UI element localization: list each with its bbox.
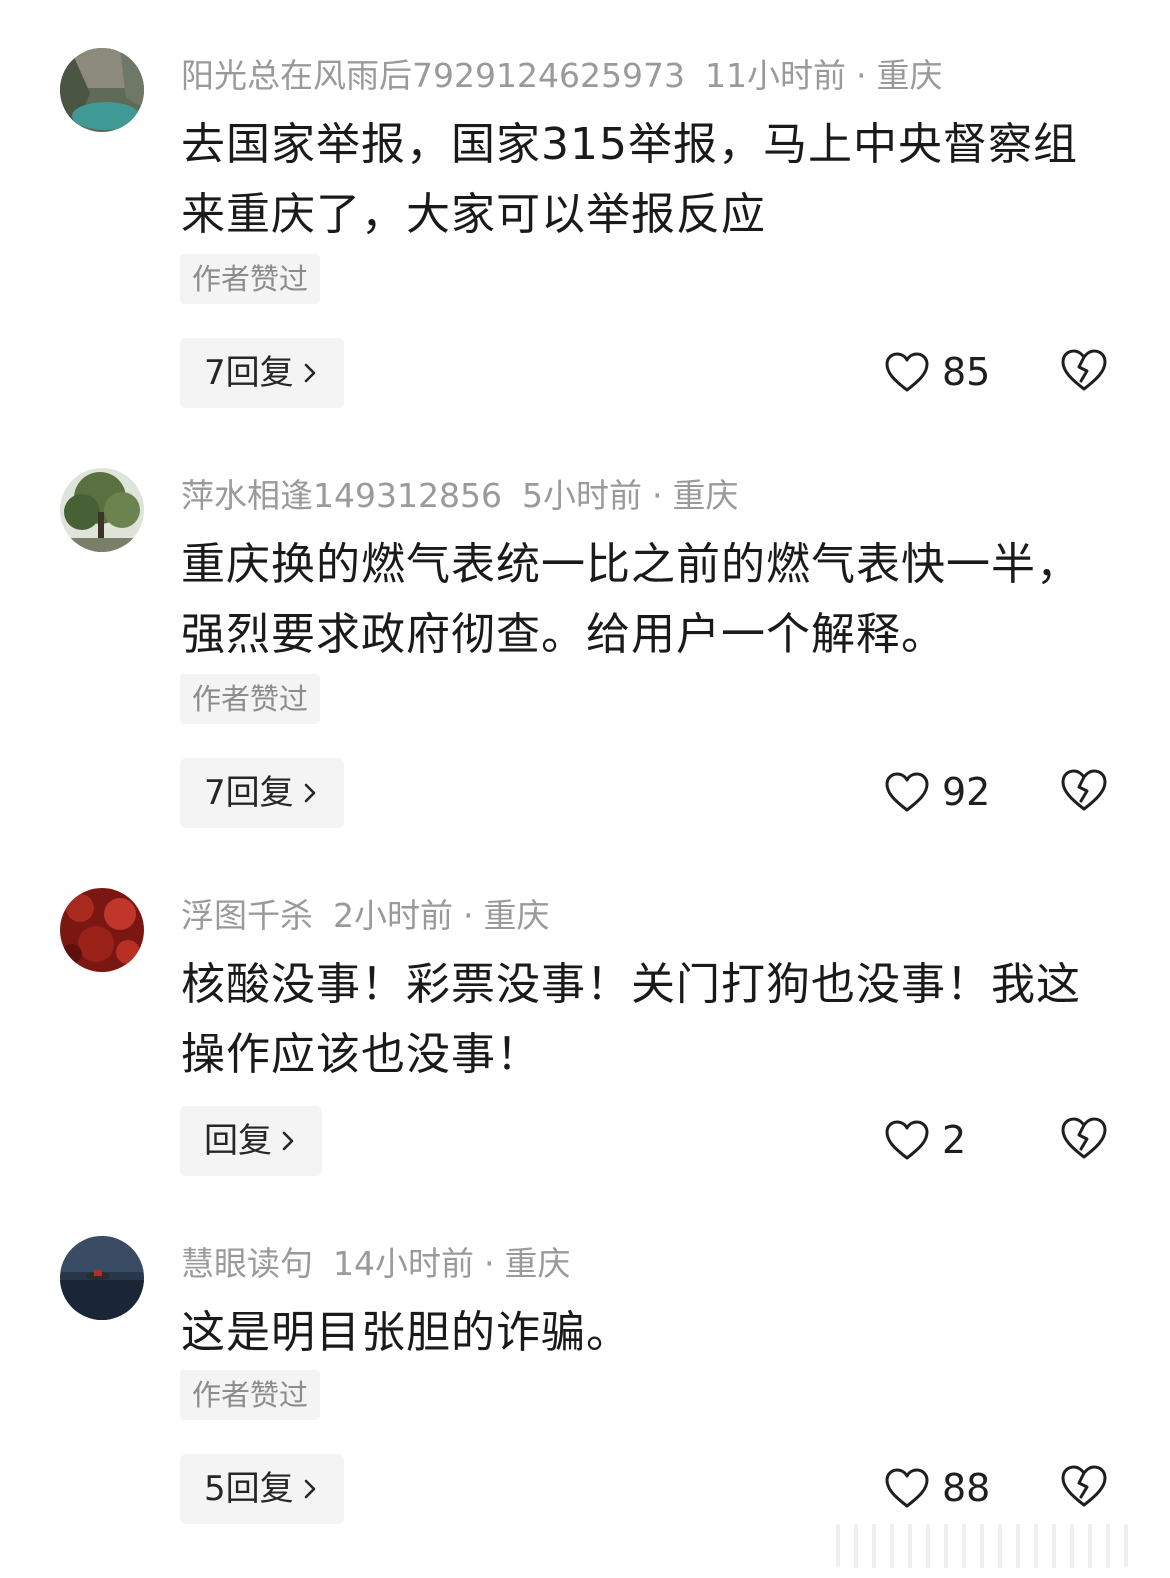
comment-text: 这是明目张胆的诈骗。 <box>181 1307 631 1358</box>
author-liked-badge: 作者赞过 <box>180 254 321 304</box>
chevron-right-icon <box>282 1131 294 1151</box>
broken-heart-icon <box>1061 1465 1107 1507</box>
avatar-image <box>60 48 144 132</box>
username[interactable]: 阳光总在风雨后7929124625973 <box>181 56 685 95</box>
avatar-image <box>60 468 144 552</box>
like-count: 2 <box>942 1118 967 1162</box>
reply-button[interactable]: 5回复 <box>180 1454 344 1524</box>
broken-heart-icon <box>1061 1117 1107 1159</box>
comment-time: 14小时前 <box>333 1244 474 1283</box>
comment-time: 5小时前 <box>521 476 642 515</box>
username[interactable]: 浮图千杀 <box>181 896 313 935</box>
meta-separator: · <box>484 1244 495 1283</box>
like-button[interactable]: 2 <box>884 1118 966 1162</box>
username[interactable]: 萍水相逢149312856 <box>181 476 502 515</box>
avatar-image <box>60 888 144 972</box>
reply-button[interactable]: 7回复 <box>180 758 344 828</box>
comment-meta: 浮图千杀 2小时前 · 重庆 <box>181 894 550 938</box>
broken-heart-icon <box>1061 769 1107 811</box>
avatar[interactable] <box>60 888 144 972</box>
dislike-button[interactable] <box>1060 768 1108 816</box>
like-count: 92 <box>942 770 991 814</box>
comment-time: 11小时前 <box>704 56 846 95</box>
comment-location: 重庆 <box>504 1244 571 1283</box>
dislike-button[interactable] <box>1060 1464 1108 1512</box>
chevron-right-icon <box>304 1479 315 1499</box>
username[interactable]: 慧眼读句 <box>181 1244 313 1283</box>
reply-button[interactable]: 7回复 <box>180 338 344 408</box>
watermark-overlay <box>822 1524 1142 1568</box>
chevron-right-icon <box>304 783 315 803</box>
like-button[interactable]: 88 <box>884 1466 990 1510</box>
avatar[interactable] <box>60 468 144 552</box>
broken-heart-icon <box>1061 349 1107 391</box>
meta-separator: · <box>463 896 474 935</box>
comment-meta: 萍水相逢149312856 5小时前 · 重庆 <box>181 474 738 518</box>
meta-separator: · <box>855 56 867 95</box>
comment-meta: 阳光总在风雨后7929124625973 11小时前 · 重庆 <box>181 54 942 98</box>
reply-label: 回复 <box>204 1121 272 1161</box>
like-button[interactable]: 92 <box>884 770 990 814</box>
reply-label: 7回复 <box>204 353 294 393</box>
comment-location: 重庆 <box>672 476 739 515</box>
like-count: 88 <box>942 1466 991 1510</box>
like-button[interactable]: 85 <box>884 350 990 394</box>
chevron-right-icon <box>304 363 315 383</box>
like-count: 85 <box>942 350 991 394</box>
meta-separator: · <box>651 476 663 515</box>
author-liked-badge: 作者赞过 <box>180 1370 321 1420</box>
reply-label: 7回复 <box>204 773 294 813</box>
avatar-image <box>60 1236 144 1320</box>
comment-text: 重庆换的燃气表统一比之前的燃气表快一半，强烈要求政府彻查。给用户一个解释。 <box>181 539 1081 660</box>
comment-text: 核酸没事！彩票没事！关门打狗也没事！我这操作应该也没事！ <box>181 959 1081 1080</box>
heart-outline-icon <box>885 1120 929 1160</box>
comment-location: 重庆 <box>483 896 550 935</box>
comment-time: 2小时前 <box>333 896 453 935</box>
reply-button[interactable]: 回复 <box>180 1106 322 1176</box>
avatar[interactable] <box>60 1236 144 1320</box>
reply-label: 5回复 <box>204 1469 294 1509</box>
heart-outline-icon <box>885 772 929 812</box>
heart-outline-icon <box>885 1468 929 1508</box>
avatar[interactable] <box>60 48 144 132</box>
heart-outline-icon <box>885 352 929 392</box>
dislike-button[interactable] <box>1060 1116 1108 1164</box>
comment-text: 去国家举报，国家315举报，马上中央督察组来重庆了，大家可以举报反应 <box>181 119 1078 240</box>
author-liked-badge: 作者赞过 <box>180 674 321 724</box>
comment-location: 重庆 <box>876 56 943 95</box>
comment-meta: 慧眼读句 14小时前 · 重庆 <box>181 1242 571 1286</box>
dislike-button[interactable] <box>1060 348 1108 396</box>
